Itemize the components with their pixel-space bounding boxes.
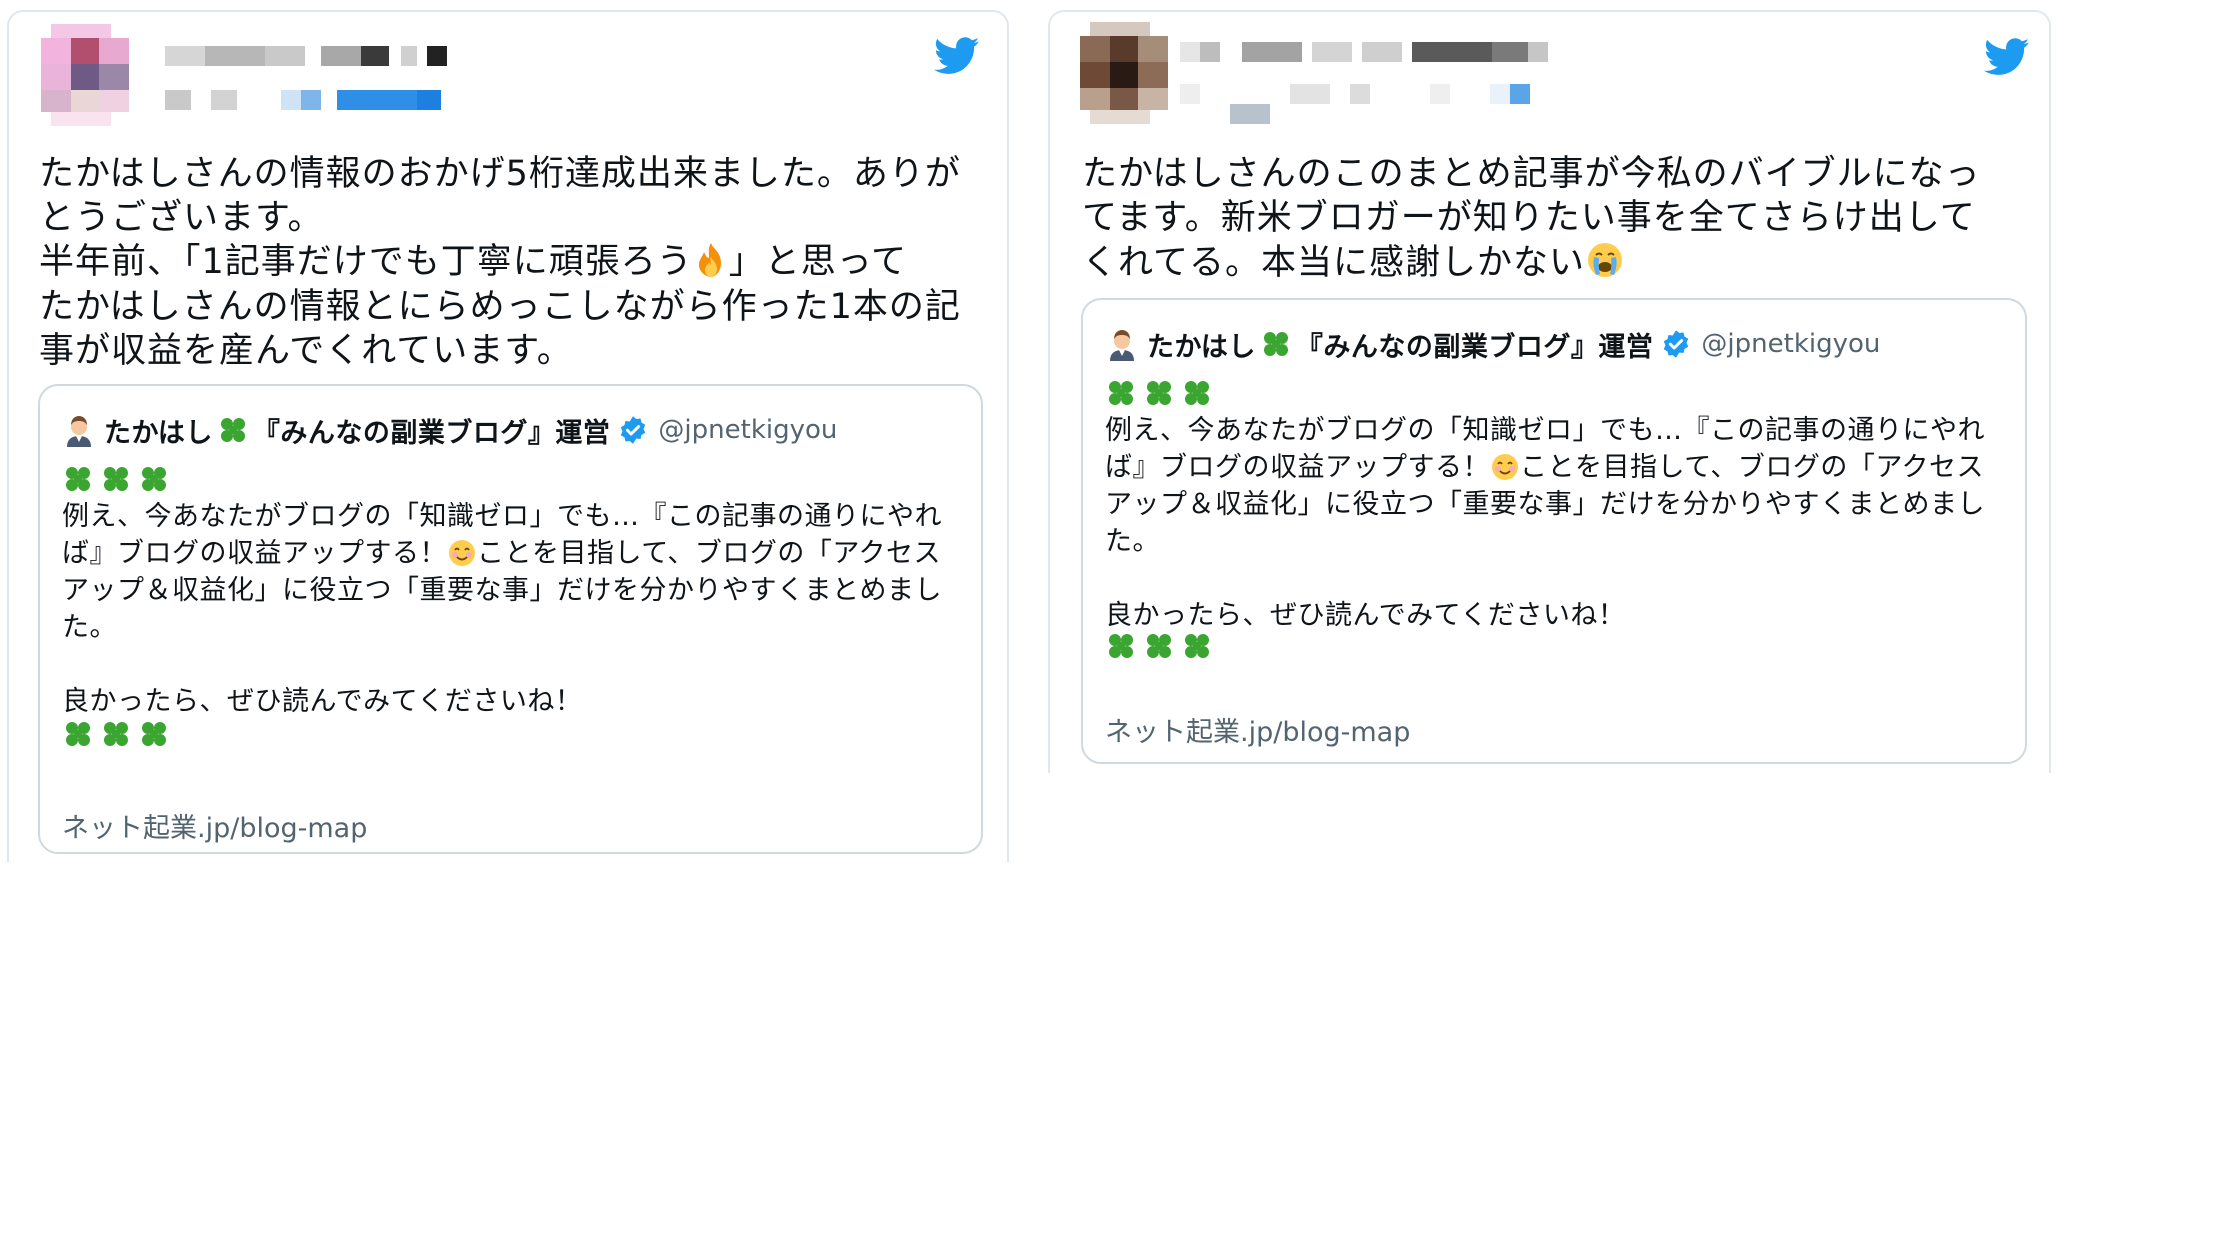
crying-face-icon [1585,240,1625,286]
clover-row [1105,630,1213,662]
clover-row [1105,377,1213,409]
clover-icon [66,467,90,491]
quoted-author-name[interactable]: たかはし [104,411,213,450]
fire-emoji-icon [693,241,729,285]
quoted-tweet-body: 例え、今あなたがブログの「知識ゼロ」でも…『この記事の通りにやれ ば』ブログの収… [62,501,942,717]
tweet-card[interactable]: たかはしさんの情報のおかげ5桁達成出来ました。ありが とうございます。 半年前、… [7,10,1009,862]
quoted-tweet-body: 例え、今あなたがブログの「知識ゼロ」でも…『この記事の通りにやれ ば』ブログの収… [1105,415,1985,631]
quoted-tweet[interactable]: たかはし 『みんなの副業ブログ』運営 @jpnetkigyou 例え、今あなたが… [38,384,983,854]
man-emoji-icon [67,416,91,447]
clover-icon [1263,332,1288,356]
clover-icon [1185,381,1209,405]
quoted-tweet-link[interactable]: ネット起業.jp/blog-map [62,806,367,845]
quoted-tweet[interactable]: たかはし 『みんなの副業ブログ』運営 @jpnetkigyou 例え、今あなたが… [1081,298,2027,764]
smiling-face-icon [1492,454,1518,480]
clover-icon [1185,634,1209,658]
tweet-card[interactable]: たかはしさんのこのまとめ記事が今私のバイブルになっ てます。新米ブロガーが知りた… [1048,10,2051,773]
quoted-author-name-suffix[interactable]: 『みんなの副業ブログ』運営 [253,411,611,450]
tweet-text: たかはしさんの情報のおかげ5桁達成出来ました。ありが とうございます。 半年前、… [39,154,961,371]
user-avatar-pixelated[interactable] [1080,22,1168,126]
clover-icon [1147,381,1171,405]
clover-icon [220,418,245,442]
quoted-author-handle[interactable]: @jpnetkigyou [658,415,837,445]
clover-icon [104,467,128,491]
clover-icon [104,722,128,746]
smiling-face-icon [449,540,475,566]
quoted-author-handle[interactable]: @jpnetkigyou [1701,329,1880,359]
clover-row [62,718,170,750]
clover-icon [1147,634,1171,658]
twitter-bird-icon[interactable] [1984,38,2030,76]
clover-row [62,463,170,495]
clover-icon [66,722,90,746]
man-emoji-icon [1110,330,1134,361]
clover-icon [142,467,166,491]
user-avatar-pixelated[interactable] [41,24,129,128]
verified-badge-icon [621,416,646,444]
quoted-tweet-link[interactable]: ネット起業.jp/blog-map [1105,710,1410,749]
verified-badge-icon [1664,330,1689,358]
clover-icon [1109,381,1133,405]
quoted-author-name-suffix[interactable]: 『みんなの副業ブログ』運営 [1296,325,1654,364]
quoted-tweet-header: たかはし 『みんなの副業ブログ』運営 @jpnetkigyou [1105,324,1880,364]
quoted-tweet-header: たかはし 『みんなの副業ブログ』運営 @jpnetkigyou [62,410,837,450]
tweet-text: たかはしさんのこのまとめ記事が今私のバイブルになっ てます。新米ブロガーが知りた… [1082,152,1981,286]
clover-icon [1109,634,1133,658]
twitter-bird-icon[interactable] [934,37,980,75]
quoted-author-name[interactable]: たかはし [1147,325,1256,364]
clover-icon [142,722,166,746]
